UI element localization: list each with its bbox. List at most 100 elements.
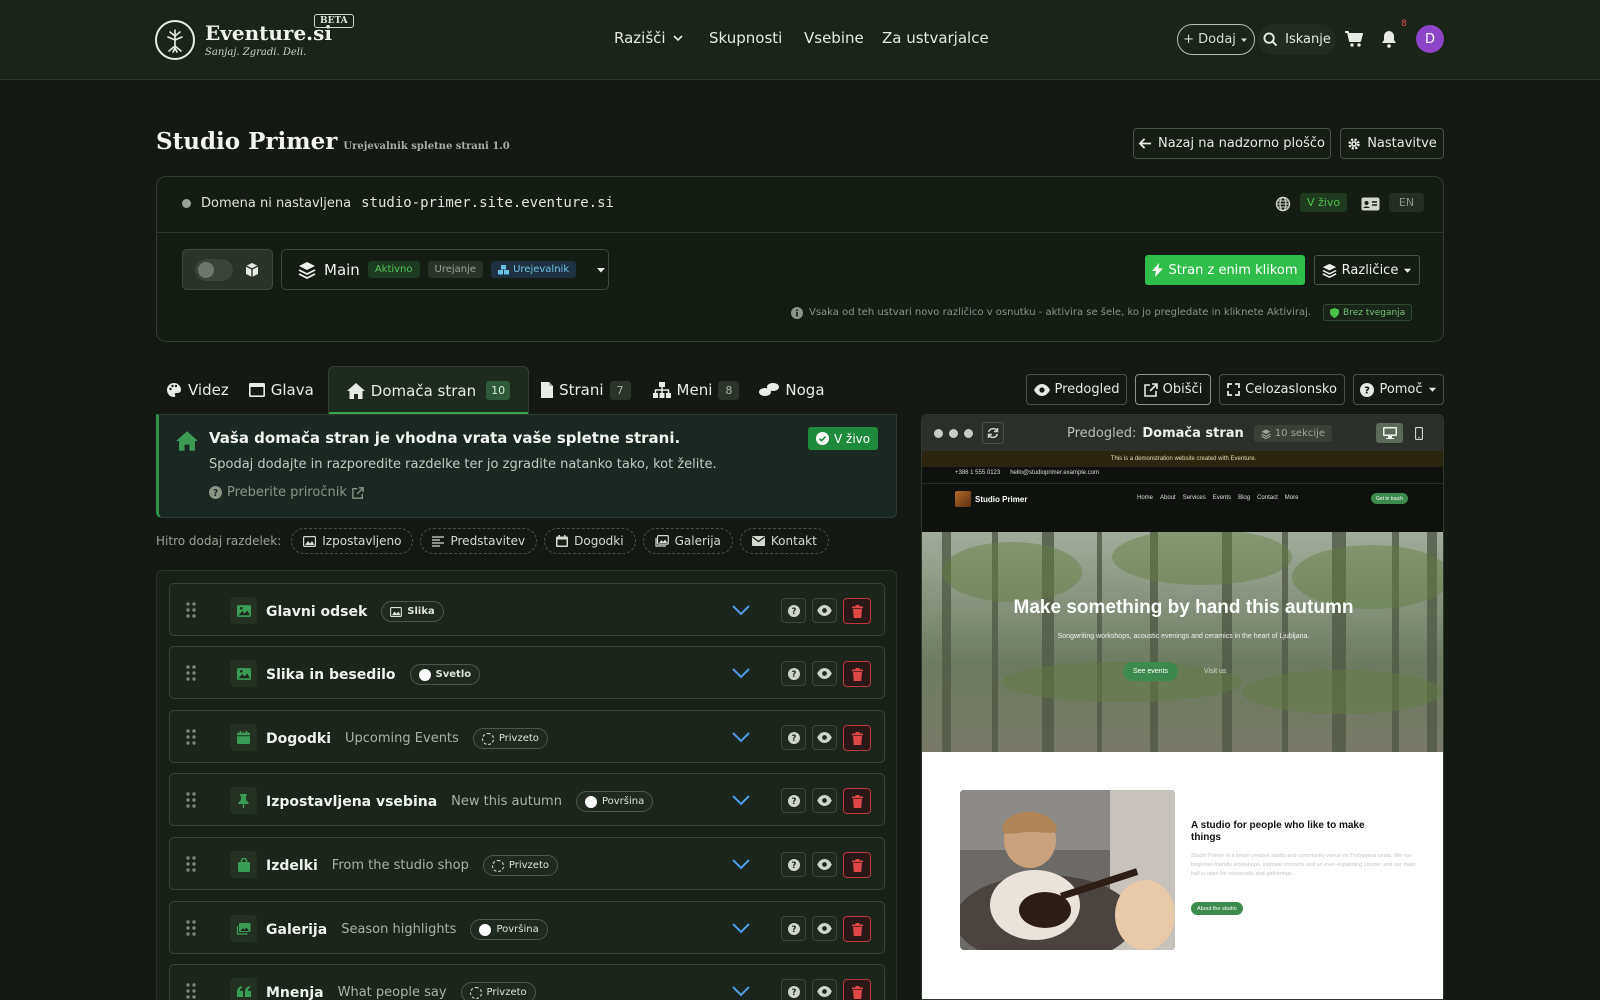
fullscreen-button[interactable]: Celozaslonsko [1219,374,1345,405]
version-selector[interactable]: Main Aktivno Urejanje Urejevalnik [281,249,609,290]
live-badge: V živo [1300,193,1348,212]
chevron-down-icon[interactable] [731,921,751,935]
section-delete-button[interactable] [843,979,871,1000]
drag-handle-icon[interactable] [186,602,196,618]
section-delete-button[interactable] [843,725,871,751]
section-delete-button[interactable] [843,852,871,878]
expand-icon [1227,383,1240,396]
section-delete-button[interactable] [843,788,871,814]
section-help-button[interactable]: ? [781,916,806,941]
read-guide-link[interactable]: ? Preberite priročnik [209,485,364,500]
section-row[interactable]: Izdelki From the studio shop Privzeto ? [169,837,885,890]
palette-icon [167,383,181,397]
tab-header[interactable]: Glava [239,366,324,414]
back-to-dashboard-button[interactable]: Nazaj na nadzorno ploščo [1133,128,1331,159]
section-row[interactable]: Mnenja What people say Privzeto ? [169,964,885,1000]
section-style-pill[interactable]: Površina [575,791,654,812]
search-button[interactable]: Iskanje [1258,24,1336,55]
visit-button[interactable]: Obišči [1135,374,1211,405]
quick-add-intro[interactable]: Predstavitev [420,528,538,554]
cart-icon[interactable] [1342,28,1366,50]
one-click-page-button[interactable]: Stran z enim klikom [1145,255,1305,285]
section-visibility-button[interactable] [812,852,837,877]
section-delete-button[interactable] [843,598,871,624]
page-title: Studio Primer Urejevalnik spletne strani… [156,128,510,155]
preview-button[interactable]: Predogled [1026,374,1127,405]
drag-handle-icon[interactable] [186,920,196,936]
section-row[interactable]: Slika in besedilo Svetlo ? [169,646,885,699]
section-row[interactable]: Dogodki Upcoming Events Privzeto ? [169,710,885,763]
section-help-button[interactable]: ? [781,979,806,1000]
section-visibility-button[interactable] [812,916,837,941]
nav-item-content[interactable]: Vsebine [804,29,864,47]
tab-appearance[interactable]: Videz [156,366,239,414]
section-help-button[interactable]: ? [781,725,806,750]
language-selector[interactable]: EN [1389,193,1424,212]
section-description: Upcoming Events [345,731,459,746]
drag-handle-icon[interactable] [186,856,196,872]
quick-add-gallery[interactable]: Galerija [642,528,733,554]
drag-handle-icon[interactable] [186,792,196,808]
quick-add-contact[interactable]: Kontakt [739,528,829,554]
section-style-pill[interactable]: Slika [381,601,444,622]
section-delete-button[interactable] [843,916,871,942]
section-row[interactable]: Izpostavljena vsebina New this autumn Po… [169,773,885,826]
section-help-button[interactable]: ? [781,852,806,877]
section-style-pill[interactable]: Privzeto [460,982,536,1000]
brand-logo[interactable]: Eventure.si Sanjaj. Zgradi. Deli. [155,20,332,60]
nav-item-creators[interactable]: Za ustvarjalce [882,29,989,47]
section-visibility-button[interactable] [812,661,837,686]
add-dropdown-button[interactable]: + Dodaj [1177,24,1255,55]
tab-footer[interactable]: Noga [749,366,834,414]
quick-add-events[interactable]: Dogodki [544,528,636,554]
section-help-button[interactable]: ? [781,661,806,686]
refresh-button[interactable] [982,422,1004,444]
image-icon [230,660,257,687]
chevron-down-icon[interactable] [731,666,751,680]
domain-host[interactable]: studio-primer.site.eventure.si [361,195,614,211]
question-circle-icon: ? [209,486,222,499]
chevron-down-icon[interactable] [731,793,751,807]
section-delete-button[interactable] [843,661,871,687]
tab-pages[interactable]: Strani 7 [529,366,642,414]
section-visibility-button[interactable] [812,979,837,1000]
divider [157,232,1443,233]
svg-text:?: ? [791,861,796,871]
quick-add-featured[interactable]: Izpostavljeno [291,528,414,554]
tab-menu[interactable]: Meni 8 [643,366,750,414]
drag-handle-icon[interactable] [186,983,196,999]
section-visibility-button[interactable] [812,788,837,813]
svg-text:?: ? [213,488,218,499]
settings-button[interactable]: Nastavitve [1340,128,1444,159]
section-help-button[interactable]: ? [781,788,806,813]
section-visibility-button[interactable] [812,598,837,623]
help-dropdown-button[interactable]: ? Pomoč [1353,374,1444,405]
section-style-pill[interactable]: Privzeto [482,855,558,876]
chip-label: Kontakt [770,534,817,548]
chevron-down-icon[interactable] [731,984,751,998]
versions-dropdown-button[interactable]: Različice [1314,255,1420,285]
section-style-pill[interactable]: Površina [470,919,548,940]
caret-down-icon[interactable] [596,265,606,275]
avatar[interactable]: D [1416,25,1444,53]
chevron-down-icon[interactable] [731,730,751,744]
section-style-pill[interactable]: Privzeto [472,728,548,749]
svg-text:?: ? [1365,385,1371,396]
chevron-down-icon[interactable] [731,857,751,871]
mobile-view-button[interactable] [1408,423,1430,443]
mode-toggle[interactable] [194,258,233,281]
section-visibility-button[interactable] [812,725,837,750]
nav-item-explore[interactable]: Razišči [614,29,685,47]
tab-homepage[interactable]: Domača stran 10 [327,366,530,415]
nav-item-communities[interactable]: Skupnosti [709,29,782,47]
section-help-button[interactable]: ? [781,598,806,623]
section-style-pill[interactable]: Svetlo [409,664,481,685]
drag-handle-icon[interactable] [186,729,196,745]
drag-handle-icon[interactable] [186,665,196,681]
section-row[interactable]: Galerija Season highlights Površina ? [169,901,885,954]
section-row[interactable]: Glavni odsek Slika ? [169,583,885,636]
chevron-down-icon[interactable] [731,603,751,617]
trash-icon [851,922,863,936]
bell-icon[interactable] [1378,28,1400,50]
desktop-view-button[interactable] [1376,423,1403,443]
